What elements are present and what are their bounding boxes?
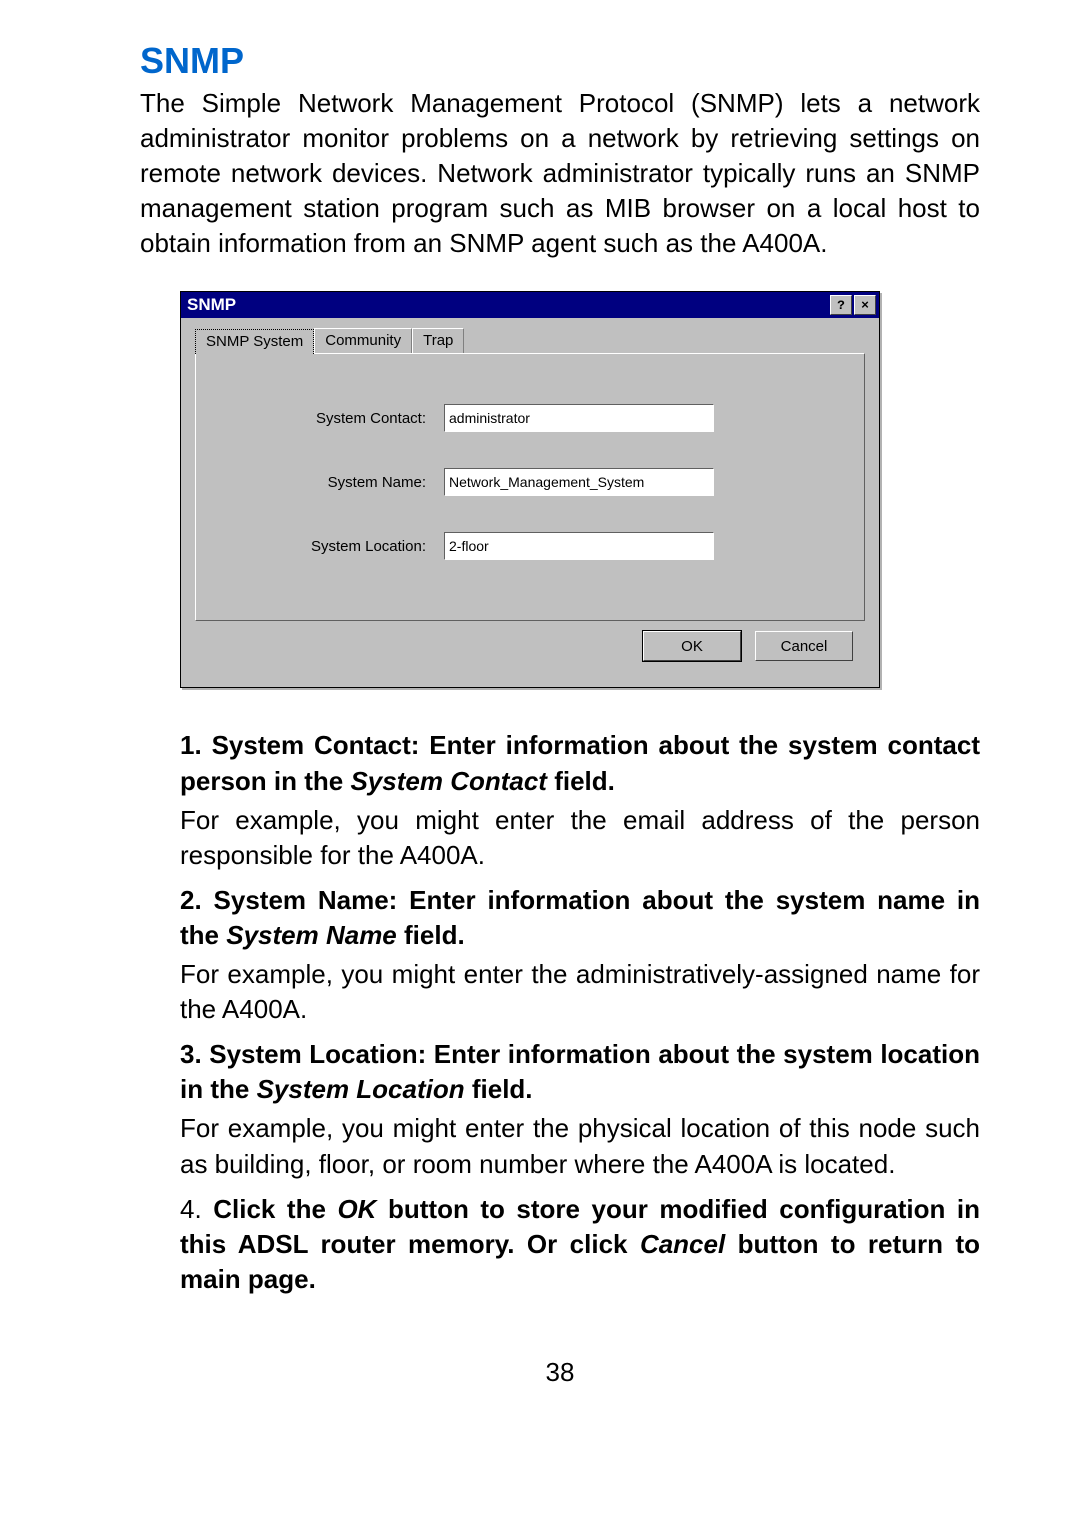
intro-paragraph: The Simple Network Management Protocol (… xyxy=(140,86,980,261)
em-4a: OK xyxy=(337,1194,376,1224)
tab-community[interactable]: Community xyxy=(314,328,412,353)
instruction-3: 3. System Location: Enter information ab… xyxy=(180,1037,980,1181)
cancel-button[interactable]: Cancel xyxy=(755,631,853,661)
sub-1: For example, you might enter the email a… xyxy=(180,803,980,873)
sub-3: For example, you might enter the physica… xyxy=(180,1111,980,1181)
page-number: 38 xyxy=(140,1357,980,1388)
em-3: System Location xyxy=(257,1074,465,1104)
marker-4: 4. xyxy=(180,1194,202,1224)
row-system-name: System Name: Network_Management_System xyxy=(226,468,834,496)
tab-trap[interactable]: Trap xyxy=(412,328,464,353)
dialog-window: SNMP ? × SNMP System Community Trap Syst… xyxy=(180,291,880,688)
help-icon[interactable]: ? xyxy=(830,295,852,315)
text-4a: Click the xyxy=(213,1194,337,1224)
em-1: System Contact xyxy=(350,766,547,796)
tab-snmp-system[interactable]: SNMP System xyxy=(195,329,314,354)
em-4b: Cancel xyxy=(640,1229,725,1259)
marker-2: 2. xyxy=(180,885,202,915)
dialog-body: SNMP System Community Trap System Contac… xyxy=(181,318,879,687)
instruction-4: 4. Click the OK button to store your mod… xyxy=(180,1192,980,1297)
input-system-location[interactable]: 2-floor xyxy=(444,532,714,560)
row-system-location: System Location: 2-floor xyxy=(226,532,834,560)
input-system-contact[interactable]: administrator xyxy=(444,404,714,432)
tab-row: SNMP System Community Trap xyxy=(195,328,865,353)
sub-2: For example, you might enter the adminis… xyxy=(180,957,980,1027)
marker-3: 3. xyxy=(180,1039,202,1069)
text-3b: field. xyxy=(465,1074,533,1104)
label-system-name: System Name: xyxy=(226,474,444,491)
input-system-name[interactable]: Network_Management_System xyxy=(444,468,714,496)
instruction-1: 1. System Contact: Enter information abo… xyxy=(180,728,980,872)
text-1b: field. xyxy=(547,766,615,796)
label-system-contact: System Contact: xyxy=(226,410,444,427)
ok-button[interactable]: OK xyxy=(643,631,741,661)
label-system-location: System Location: xyxy=(226,538,444,555)
instruction-2: 2. System Name: Enter information about … xyxy=(180,883,980,1027)
close-icon[interactable]: × xyxy=(854,295,876,315)
button-row: OK Cancel xyxy=(195,621,865,673)
instructions-list: 1. System Contact: Enter information abo… xyxy=(140,728,980,1296)
tab-panel: System Contact: administrator System Nam… xyxy=(195,353,865,621)
titlebar: SNMP ? × xyxy=(181,292,879,318)
em-2: System Name xyxy=(226,920,397,950)
section-heading: SNMP xyxy=(140,40,980,82)
titlebar-text: SNMP xyxy=(187,295,828,315)
row-system-contact: System Contact: administrator xyxy=(226,404,834,432)
marker-1: 1. xyxy=(180,730,202,760)
text-2b: field. xyxy=(397,920,465,950)
snmp-dialog-screenshot: SNMP ? × SNMP System Community Trap Syst… xyxy=(180,291,880,688)
